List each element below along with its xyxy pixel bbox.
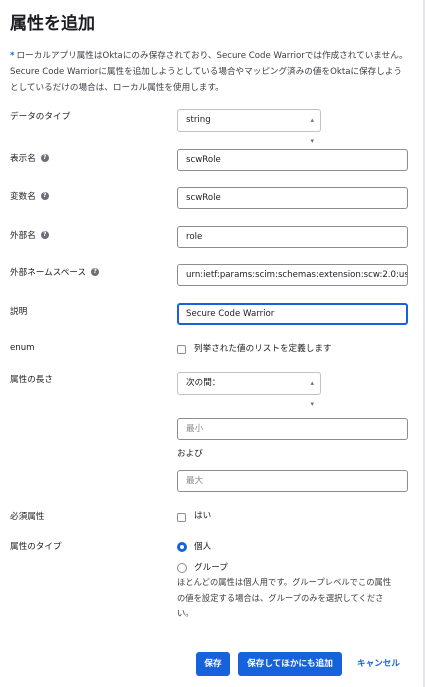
external-name-input[interactable]: role <box>177 226 408 248</box>
local-attribute-notice: * ローカルアプリ属性はOktaにのみ保存されており、Secure Code Wa… <box>10 48 410 96</box>
caret-up-down-icon: ▴ ▾ <box>310 116 314 145</box>
display-name-label: 表示名? <box>10 152 49 164</box>
variable-name-label-text: 変数名 <box>10 192 36 202</box>
description-input[interactable]: Secure Code Warrior <box>177 303 408 325</box>
radio-personal[interactable] <box>177 542 187 552</box>
attribute-length-value: 次の間： <box>186 378 221 388</box>
question-circle-icon[interactable]: ? <box>91 267 100 276</box>
required-checkbox-label[interactable]: はい <box>194 509 211 521</box>
data-type-label: データのタイプ <box>10 112 71 122</box>
description-label: 説明 <box>10 307 28 317</box>
required-checkbox[interactable] <box>177 513 186 522</box>
external-namespace-label: 外部ネームスペース? <box>10 266 100 278</box>
length-max-input[interactable]: 最大 <box>177 470 408 492</box>
display-name-label-text: 表示名 <box>10 154 36 164</box>
variable-name-label: 変数名? <box>10 190 49 202</box>
cancel-button[interactable]: キャンセル <box>357 652 400 676</box>
variable-name-input[interactable]: scwRole <box>177 187 408 209</box>
attribute-length-label: 属性の長さ <box>10 375 53 385</box>
radio-group[interactable] <box>177 563 187 573</box>
attribute-type-label: 属性のタイプ <box>10 542 62 552</box>
external-name-label-text: 外部名 <box>10 231 36 241</box>
asterisk-icon: * <box>10 51 15 61</box>
display-name-input[interactable]: scwRole <box>177 149 408 171</box>
question-circle-icon[interactable]: ? <box>40 230 49 239</box>
external-name-label: 外部名? <box>10 229 49 241</box>
length-min-input[interactable]: 最小 <box>177 418 408 440</box>
length-and-text: および <box>177 449 203 459</box>
notice-text: ローカルアプリ属性はOktaにのみ保存されており、Secure Code War… <box>10 51 408 93</box>
save-button[interactable]: 保存 <box>196 652 230 676</box>
radio-personal-label[interactable]: 個人 <box>194 540 211 552</box>
attribute-type-hint: ほとんどの属性は個人用です。グループレベルでこの属性の値を設定する場合は、グルー… <box>177 577 392 618</box>
data-type-value: string <box>186 115 211 125</box>
attribute-length-select[interactable]: 次の間： ▴ ▾ <box>177 372 321 408</box>
external-namespace-input[interactable]: urn:ietf:params:scim:schemas:extension:s… <box>177 264 408 286</box>
enum-label: enum <box>10 343 35 353</box>
enum-checkbox[interactable] <box>177 345 186 354</box>
required-label: 必須属性 <box>10 512 45 522</box>
question-circle-icon[interactable]: ? <box>40 191 49 200</box>
radio-group-label[interactable]: グループ <box>194 561 228 573</box>
save-and-add-button[interactable]: 保存してほかにも追加 <box>238 652 342 676</box>
question-circle-icon[interactable]: ? <box>40 153 49 162</box>
data-type-select[interactable]: string ▴ ▾ <box>177 109 321 145</box>
dialog-title: 属性を追加 <box>10 14 95 34</box>
external-namespace-label-text: 外部ネームスペース <box>10 268 87 278</box>
enum-checkbox-label[interactable]: 列挙された値のリストを定義します <box>194 342 332 354</box>
caret-up-down-icon: ▴ ▾ <box>310 379 314 408</box>
